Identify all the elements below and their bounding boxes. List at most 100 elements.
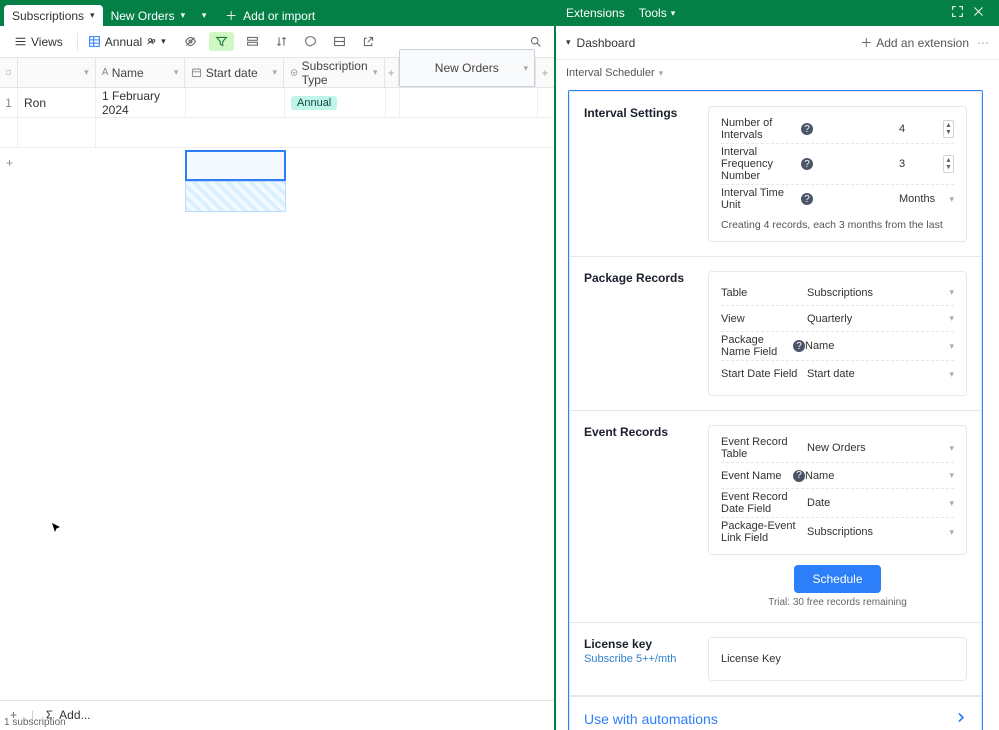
value: Date bbox=[807, 497, 830, 509]
filter-icon[interactable] bbox=[209, 32, 234, 51]
help-icon[interactable]: ? bbox=[801, 158, 813, 170]
row-spacer bbox=[186, 88, 285, 117]
grid-icon bbox=[88, 35, 101, 48]
add-field-button[interactable]: + bbox=[536, 58, 554, 87]
fill-handle-band bbox=[185, 181, 286, 212]
automations-label: Use with automations bbox=[584, 711, 718, 727]
chevron-down-icon: ▾ bbox=[272, 67, 277, 78]
help-icon[interactable]: ? bbox=[793, 470, 805, 482]
chevron-down-icon[interactable]: ▾ bbox=[90, 10, 95, 21]
extensions-menu[interactable]: Extensions bbox=[566, 6, 625, 20]
value: New Orders bbox=[807, 442, 866, 454]
row-orders-cell[interactable] bbox=[400, 88, 538, 117]
package-view-select[interactable]: Quarterly ▾ bbox=[807, 313, 954, 325]
value: Subscriptions bbox=[807, 526, 873, 538]
hide-fields-icon[interactable] bbox=[180, 32, 201, 51]
subscribe-link[interactable]: Subscribe 5++/mth bbox=[584, 653, 708, 665]
views-label: Views bbox=[31, 35, 63, 49]
add-row-button[interactable]: + bbox=[0, 148, 554, 178]
color-icon[interactable] bbox=[300, 32, 321, 51]
row-spacer2 bbox=[386, 88, 400, 117]
row-start-date[interactable]: 1 February 2024 bbox=[96, 88, 186, 117]
dash-title-text: Dashboard bbox=[577, 36, 636, 50]
chevron-down-icon[interactable]: ▾ bbox=[181, 10, 186, 21]
close-icon[interactable] bbox=[972, 5, 985, 21]
interval-unit-select[interactable]: Months ▾ bbox=[899, 193, 954, 205]
chevron-down-icon: ▾ bbox=[174, 67, 179, 78]
number-stepper[interactable] bbox=[943, 155, 954, 173]
field-label: Package Name Field bbox=[721, 334, 793, 358]
chevron-down-icon: ▾ bbox=[202, 10, 207, 21]
section-title: Event Records bbox=[584, 425, 708, 608]
select-all-checkbox[interactable] bbox=[0, 58, 18, 87]
sort-icon[interactable] bbox=[271, 32, 292, 51]
field-label: Package-Event Link Field bbox=[721, 520, 807, 544]
row-sub-type[interactable]: Annual bbox=[285, 88, 386, 117]
column-header-row: ▾ A Name ▾ Start date ▾ Subscription Typ… bbox=[0, 58, 554, 88]
event-table-select[interactable]: New Orders ▾ bbox=[807, 442, 954, 454]
col-start-date[interactable]: Start date ▾ bbox=[185, 58, 284, 87]
col-add-inline[interactable]: + bbox=[385, 58, 399, 87]
scheduler-title-bar[interactable]: Interval Scheduler ▾ bbox=[556, 60, 999, 86]
automations-row[interactable]: Use with automations bbox=[570, 696, 981, 730]
col-label: Name bbox=[112, 66, 144, 80]
event-date-select[interactable]: Date ▾ bbox=[807, 497, 954, 509]
tab-new-orders[interactable]: New Orders ▾ bbox=[103, 5, 194, 26]
license-title: License key bbox=[584, 637, 652, 651]
row-height-icon[interactable] bbox=[329, 32, 350, 51]
number-stepper[interactable] bbox=[943, 120, 954, 138]
help-icon[interactable]: ? bbox=[793, 340, 805, 352]
add-or-import-button[interactable]: ＋ Add or import bbox=[215, 5, 325, 26]
interval-freq-input[interactable]: 3 bbox=[899, 155, 954, 173]
field-label: Event Record Table bbox=[721, 436, 807, 460]
menu-icon bbox=[14, 35, 27, 48]
view-picker[interactable]: Annual ▾ bbox=[77, 32, 172, 52]
col-name[interactable]: A Name ▾ bbox=[96, 58, 186, 87]
value: Name bbox=[805, 470, 834, 482]
tools-menu[interactable]: Tools ▾ bbox=[639, 6, 676, 20]
chevron-down-icon: ▾ bbox=[949, 443, 954, 454]
col-expand[interactable]: ▾ bbox=[18, 58, 96, 87]
views-button[interactable]: Views bbox=[8, 32, 69, 52]
group-icon[interactable] bbox=[242, 32, 263, 51]
value: 3 bbox=[899, 158, 905, 170]
row-name[interactable]: Ron bbox=[18, 88, 96, 117]
chevron-down-icon: ▾ bbox=[949, 498, 954, 509]
event-name-select[interactable]: Name ▾ bbox=[805, 470, 954, 482]
event-link-select[interactable]: Subscriptions ▾ bbox=[807, 526, 954, 538]
table-row[interactable]: 1 Ron 1 February 2024 Annual bbox=[0, 88, 554, 118]
add-extension-button[interactable]: ＋ Add an extension bbox=[860, 34, 969, 51]
chevron-down-icon: ▾ bbox=[949, 194, 954, 205]
chevron-down-icon: ▾ bbox=[949, 527, 954, 538]
package-table-select[interactable]: Subscriptions ▾ bbox=[807, 287, 954, 299]
scheduler-title: Interval Scheduler bbox=[566, 67, 655, 79]
col-label: Subscription Type bbox=[302, 59, 373, 87]
col-new-orders[interactable]: New Orders ▾ bbox=[399, 58, 536, 87]
help-icon[interactable]: ? bbox=[801, 193, 813, 205]
schedule-button[interactable]: Schedule bbox=[794, 565, 880, 593]
extensions-label: Extensions bbox=[566, 6, 625, 20]
help-icon[interactable]: ? bbox=[801, 123, 813, 135]
package-name-select[interactable]: Name ▾ bbox=[805, 340, 954, 352]
share-icon[interactable] bbox=[358, 32, 379, 51]
col-sub-type[interactable]: Subscription Type ▾ bbox=[284, 58, 385, 87]
field-label: Start Date Field bbox=[721, 368, 807, 380]
tab-subscriptions[interactable]: Subscriptions ▾ bbox=[4, 5, 103, 26]
section-title: License key Subscribe 5++/mth bbox=[584, 637, 708, 681]
num-intervals-input[interactable]: 4 bbox=[899, 120, 954, 138]
value: Months bbox=[899, 193, 935, 205]
more-menu[interactable]: ⋯ bbox=[969, 36, 989, 50]
dash-header: ▾ Dashboard ＋ Add an extension ⋯ bbox=[556, 26, 999, 60]
tab-chevron[interactable]: ▾ bbox=[193, 5, 215, 26]
chevron-down-icon: ▾ bbox=[566, 37, 571, 48]
field-label: License Key bbox=[721, 653, 807, 665]
text-type-icon: A bbox=[102, 67, 109, 78]
chevron-down-icon: ▾ bbox=[949, 287, 954, 298]
cursor-icon bbox=[51, 522, 61, 532]
section-license: License key Subscribe 5++/mth License Ke… bbox=[570, 623, 981, 696]
table-tabs: Subscriptions ▾ New Orders ▾ ▾ ＋ Add or … bbox=[4, 0, 325, 26]
value: Subscriptions bbox=[807, 287, 873, 299]
dash-title[interactable]: ▾ Dashboard bbox=[566, 36, 860, 50]
expand-icon[interactable] bbox=[951, 5, 964, 21]
package-date-select[interactable]: Start date ▾ bbox=[807, 368, 954, 380]
